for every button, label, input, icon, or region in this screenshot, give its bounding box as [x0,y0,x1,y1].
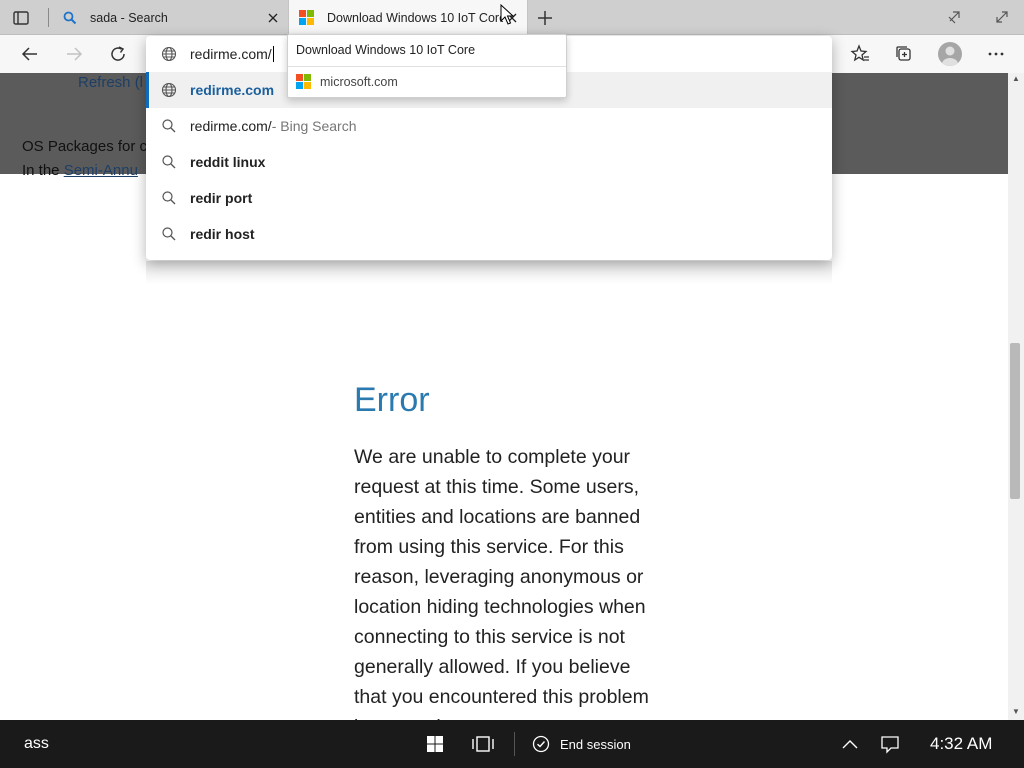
microsoft-icon [299,9,315,26]
taskbar-separator [514,732,515,756]
error-title: Error [354,381,430,419]
suggestion-text: reddit linux [190,154,266,170]
task-view-icon[interactable] [471,732,495,756]
mouse-cursor-icon [500,3,515,26]
tab-title: sada - Search [90,10,168,25]
hover-card-title: Download Windows 10 IoT Core [296,43,476,57]
suggestion-item[interactable]: redir port [146,180,832,216]
intro-text-fragment: In the Semi-Annu [22,162,138,179]
collections-icon[interactable] [892,42,916,66]
suggestion-text: redir host [190,226,255,242]
chevron-up-icon[interactable] [838,732,862,756]
suggestion-text: redir port [190,190,253,206]
microsoft-icon [296,74,312,90]
address-value: redirme.com/ [190,46,272,62]
intro-text: In the [22,162,64,179]
tab-actions-icon[interactable] [12,9,30,27]
search-icon [160,117,178,135]
os-packages-heading: OS Packages for c [22,138,148,155]
end-session-label: End session [560,736,631,752]
page-scrollbar[interactable]: ▲ ▼ [1008,73,1024,720]
tab-title: Download Windows 10 IoT Core [327,10,503,25]
refresh-link[interactable]: Refresh (l [78,74,143,91]
taskbar: ass End session 4:32 AM [0,720,1024,768]
favorites-icon[interactable] [848,42,872,66]
scroll-up-icon[interactable]: ▲ [1008,73,1024,85]
more-options-icon[interactable] [984,42,1008,66]
text-cursor [272,46,274,62]
start-icon[interactable] [423,732,447,756]
globe-icon [160,45,178,63]
tab-hover-card: Download Windows 10 IoT Core microsoft.c… [287,34,567,98]
selection-indicator [146,72,149,108]
profile-avatar[interactable] [938,42,962,66]
new-tab-icon[interactable] [535,8,555,28]
expand-window-icon[interactable] [994,9,1010,25]
suggestion-item[interactable]: reddit linux [146,144,832,180]
suggestion-text: redirme.com/ [190,118,272,134]
taskbar-label: ass [24,735,49,752]
hover-card-divider [288,66,566,67]
suggestion-item[interactable]: redir host [146,216,832,252]
back-icon[interactable] [18,42,42,66]
restore-window-icon[interactable] [947,9,963,25]
close-tab-icon[interactable] [264,9,282,27]
end-session-button[interactable]: End session [532,734,631,754]
forward-icon[interactable] [62,42,86,66]
hover-card-domain: microsoft.com [320,75,398,89]
taskbar-clock[interactable]: 4:32 AM [930,734,992,754]
suggestion-shadow [146,261,832,285]
error-message: We are unable to complete your request a… [354,446,649,720]
search-icon [160,189,178,207]
tab-separator [48,8,49,27]
scroll-thumb[interactable] [1010,343,1020,499]
tab-search[interactable]: sada - Search [52,0,288,35]
semi-annual-link[interactable]: Semi-Annu [64,162,138,179]
suggestion-suffix: - Bing Search [271,118,357,134]
scroll-down-icon[interactable]: ▼ [1008,706,1024,718]
refresh-icon[interactable] [106,42,130,66]
globe-icon [160,81,178,99]
suggestion-text: redirme.com [190,82,275,98]
tab-windows-iot[interactable]: Download Windows 10 IoT Core [288,0,528,35]
search-icon [160,153,178,171]
search-icon [62,10,78,26]
notifications-icon[interactable] [878,732,902,756]
hover-card-domain-row: microsoft.com [296,74,398,90]
check-circle-icon [532,735,550,753]
suggestion-item[interactable]: redirme.com/ - Bing Search [146,108,832,144]
search-icon [160,225,178,243]
